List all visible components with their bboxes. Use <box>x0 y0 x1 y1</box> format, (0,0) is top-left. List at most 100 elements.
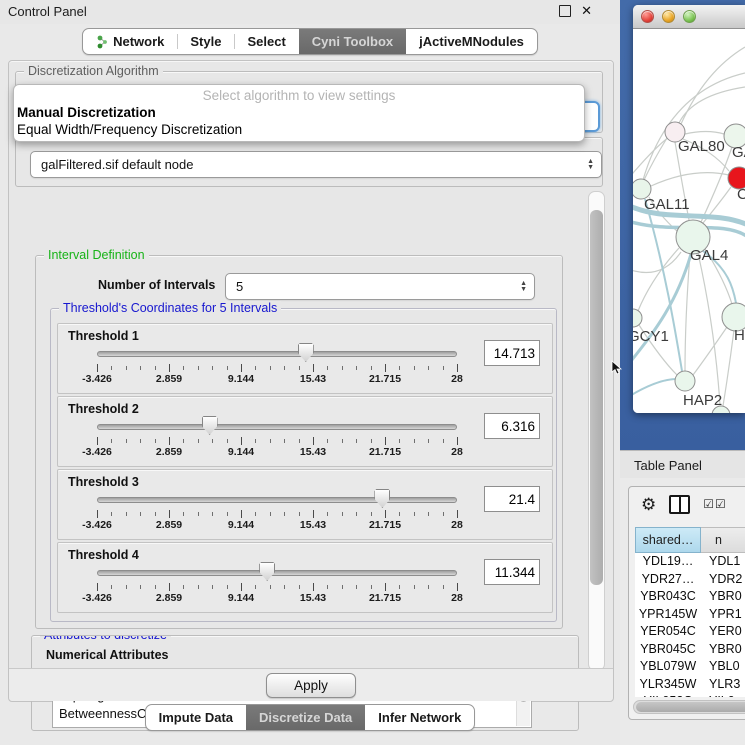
threshold-slider[interactable]: -3.4262.8599.14415.4321.71528 <box>97 543 457 612</box>
threshold-slider[interactable]: -3.4262.8599.14415.4321.71528 <box>97 470 457 539</box>
table-cell: YER054C <box>635 623 701 641</box>
table-column-header[interactable]: shared… <box>635 527 701 553</box>
tab-label: Style <box>190 34 221 49</box>
slider-thumb-icon[interactable] <box>374 489 390 508</box>
number-of-intervals-value: 5 <box>236 279 243 294</box>
threshold-slider[interactable]: -3.4262.8599.14415.4321.71528 <box>97 397 457 466</box>
table-row[interactable]: YLR345WYLR3 <box>635 676 745 694</box>
node-table-card: ⚙ ☑☑ shared…n YDL19…YDL1YDR27…YDR2YBR043… <box>628 486 745 720</box>
table-row[interactable]: YBL079WYBL0 <box>635 658 745 676</box>
table-row[interactable]: YPR145WYPR1 <box>635 606 745 624</box>
network-window-titlebar[interactable] <box>633 5 745 29</box>
network-node-label: HAP2 <box>683 392 722 409</box>
pane-scrollbar[interactable] <box>588 191 605 671</box>
slider-track[interactable] <box>97 351 457 357</box>
threshold-value-field[interactable]: 11.344 <box>484 559 540 585</box>
slider-thumb-icon[interactable] <box>259 562 275 581</box>
table-toolbar: ⚙ ☑☑ <box>629 487 745 521</box>
cyni-toolbox-panel: Discretization Algorithm Table Data galF… <box>8 60 614 702</box>
network-canvas[interactable]: GAL80GACGAL11GAL4GCY1HHAP2 <box>633 29 745 413</box>
table-panel-title: Table Panel <box>634 458 702 473</box>
slider-track[interactable] <box>97 497 457 503</box>
slider-tick-labels: -3.4262.8599.14415.4321.71528 <box>97 446 457 459</box>
table-cell: YBR043C <box>635 588 701 606</box>
table-row[interactable]: YBR045CYBR0 <box>635 641 745 659</box>
slider-thumb-icon[interactable] <box>298 343 314 362</box>
network-node-label: GAL80 <box>678 138 725 155</box>
table-data-combo-value: galFiltered.sif default node <box>41 157 193 172</box>
threshold-box: Threshold 4-3.4262.8599.14415.4321.71528… <box>57 542 553 613</box>
table-row[interactable]: YER054CYER0 <box>635 623 745 641</box>
network-node-label: C <box>737 186 745 203</box>
select-columns-checkboxes-icon[interactable]: ☑☑ <box>703 497 727 511</box>
slider-track[interactable] <box>97 424 457 430</box>
algorithm-options: Manual DiscretizationEqual Width/Frequen… <box>14 104 584 138</box>
algorithm-placeholder-option[interactable]: Select algorithm to view settings <box>14 85 584 104</box>
network-node-label: GCY1 <box>633 328 669 345</box>
columns-icon[interactable] <box>669 495 690 514</box>
apply-button[interactable]: Apply <box>266 673 356 698</box>
slider-tick-labels: -3.4262.8599.14415.4321.71528 <box>97 592 457 605</box>
table-cell: YLR345W <box>635 676 701 694</box>
discretization-algorithm-legend: Discretization Algorithm <box>24 64 163 78</box>
table-cell: YIL052C <box>635 693 701 697</box>
algorithm-option[interactable]: Manual Discretization <box>14 104 584 121</box>
threshold-value-field[interactable]: 14.713 <box>484 340 540 366</box>
tab-group: Network Style SelectCyni ToolboxjActiveMNo… <box>82 28 538 55</box>
slider-thumb-icon[interactable] <box>202 416 218 435</box>
table-column-header[interactable]: n <box>701 527 745 553</box>
table-cell: YBR0 <box>701 588 745 606</box>
parameters-scroll-pane: Interval Definition Number of Intervals … <box>17 189 605 671</box>
threshold-value-field[interactable]: 6.316 <box>484 413 540 439</box>
table-horizontal-scrollbar[interactable] <box>633 700 745 714</box>
slider-tick-labels: -3.4262.8599.14415.4321.71528 <box>97 373 457 386</box>
float-window-icon[interactable] <box>559 5 571 17</box>
number-of-intervals-combo[interactable]: 5 ▲▼ <box>225 273 535 300</box>
network-node-label: GAL4 <box>690 247 728 264</box>
combo-arrows-icon: ▲▼ <box>520 281 527 293</box>
bottom-tab-infer-network[interactable]: Infer Network <box>365 705 474 730</box>
bottom-tab-discretize-data[interactable]: Discretize Data <box>246 705 365 730</box>
interval-definition-legend: Interval Definition <box>44 248 149 262</box>
threshold-box: Threshold 2-3.4262.8599.14415.4321.71528… <box>57 396 553 467</box>
algorithm-option[interactable]: Equal Width/Frequency Discretization <box>14 121 584 138</box>
threshold-slider[interactable]: -3.4262.8599.14415.4321.71528 <box>97 324 457 393</box>
table-row[interactable]: YDL19…YDL1 <box>635 553 745 571</box>
table-horizontal-scrollbar-thumb[interactable] <box>636 702 745 712</box>
tab-cyni-toolbox[interactable]: Cyni Toolbox <box>299 29 406 54</box>
close-traffic-light-icon[interactable] <box>641 10 654 23</box>
table-row[interactable]: YIL052CYIL0 <box>635 693 745 697</box>
table-row[interactable]: YDR27…YDR2 <box>635 571 745 589</box>
desktop-background: GAL80GACGAL11GAL4GCY1HHAP2 <box>620 0 745 450</box>
gear-icon[interactable]: ⚙ <box>641 496 656 513</box>
table-cell: YBR045C <box>635 641 701 659</box>
network-node[interactable] <box>675 371 695 391</box>
zoom-traffic-light-icon[interactable] <box>683 10 696 23</box>
pane-scrollbar-thumb[interactable] <box>590 210 603 585</box>
network-node[interactable] <box>633 309 642 327</box>
threshold-box: Threshold 3-3.4262.8599.14415.4321.71528… <box>57 469 553 540</box>
tab-label: Impute Data <box>159 710 233 725</box>
table-data-combo[interactable]: galFiltered.sif default node ▲▼ <box>30 151 602 178</box>
network-node-label: GA <box>732 144 745 161</box>
slider-ruler <box>97 437 457 445</box>
tab-label: Discretize Data <box>259 710 352 725</box>
tab-jactivemnodules[interactable]: jActiveMNodules <box>406 29 537 54</box>
close-icon[interactable]: ✕ <box>581 5 592 17</box>
table-cell: YBL079W <box>635 658 701 676</box>
bottom-tab-impute-data[interactable]: Impute Data <box>146 705 246 730</box>
tab-network[interactable]: Network <box>83 29 177 54</box>
slider-track[interactable] <box>97 570 457 576</box>
table-row[interactable]: YBR043CYBR0 <box>635 588 745 606</box>
tab-style[interactable]: Style <box>177 29 234 54</box>
threshold-value-field[interactable]: 21.4 <box>484 486 540 512</box>
tab-select[interactable]: Select <box>234 29 298 54</box>
network-window[interactable]: GAL80GACGAL11GAL4GCY1HHAP2 <box>633 5 745 413</box>
table-cell: YDL19… <box>635 553 701 571</box>
table-cell: YPR1 <box>701 606 745 624</box>
combo-arrows-icon: ▲▼ <box>587 159 594 171</box>
minimize-traffic-light-icon[interactable] <box>662 10 675 23</box>
table-cell: YLR3 <box>701 676 745 694</box>
table-cell: YDR2 <box>701 571 745 589</box>
table-cell: YER0 <box>701 623 745 641</box>
